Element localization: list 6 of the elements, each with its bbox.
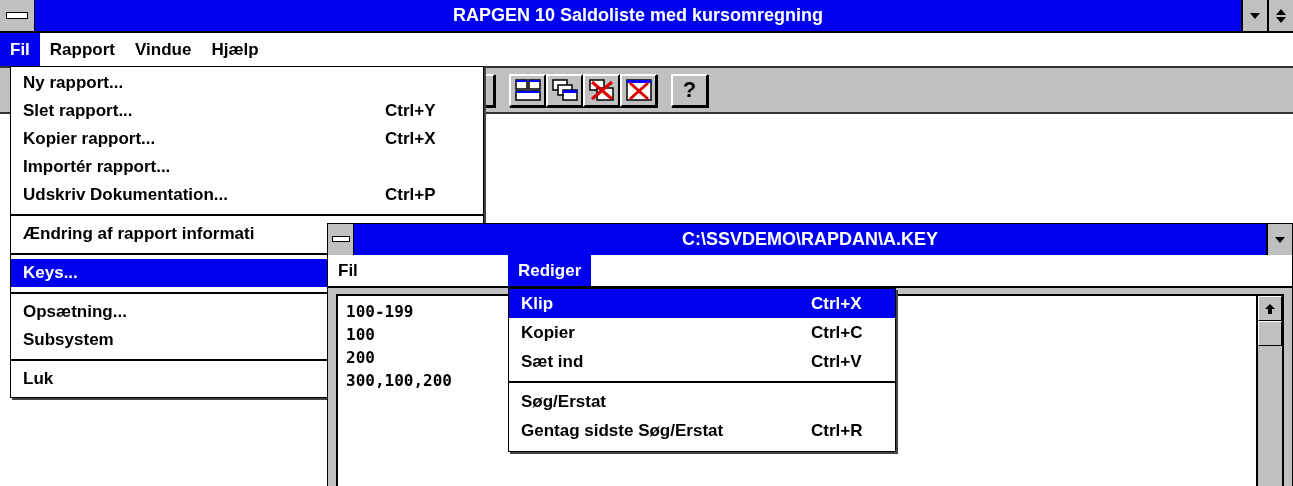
text-line: 100-199 — [346, 301, 414, 323]
window-title: C:\SSVDEMO\RAPDAN\A.KEY — [681, 229, 939, 250]
window-title: RAPGEN 10 Saldoliste med kursomregning — [451, 5, 825, 26]
text-line: 100 — [346, 324, 375, 346]
text-line: 300,100,200 — [346, 370, 452, 392]
text-line: 200 — [346, 347, 375, 369]
